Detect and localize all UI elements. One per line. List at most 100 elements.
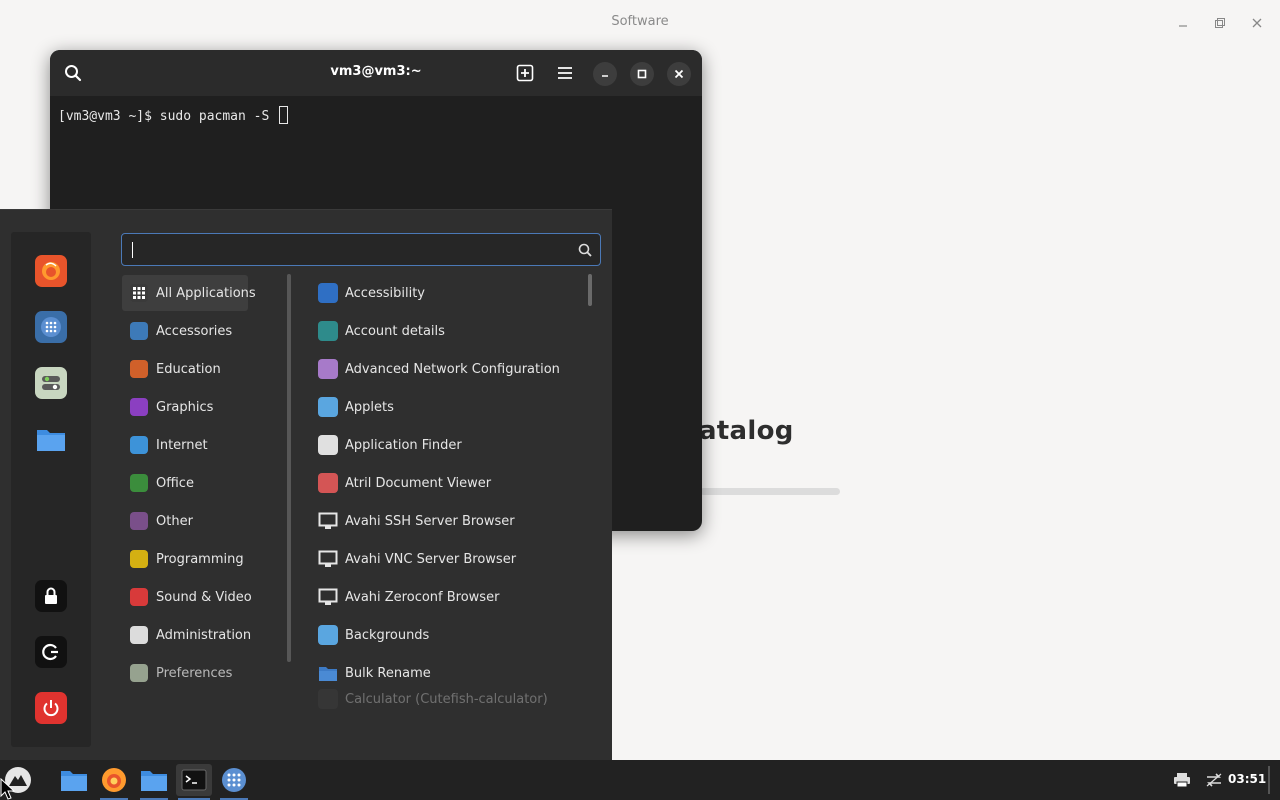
app-account-details[interactable]: Account details (312, 313, 582, 349)
app-label: Accessibility (345, 285, 425, 301)
category-label: Accessories (156, 323, 233, 339)
taskbar-terminal[interactable] (176, 764, 212, 800)
favorite-app-launcher[interactable] (35, 311, 67, 343)
app-label: Avahi Zeroconf Browser (345, 589, 500, 605)
apps-scrollbar[interactable] (588, 274, 592, 306)
category-label: Other (156, 513, 193, 529)
close-icon (1252, 18, 1262, 28)
preferences-icon (130, 664, 148, 682)
terminal-cursor (279, 106, 289, 124)
app-calculator-cutefish-calculator-[interactable]: Calculator (Cutefish-calculator) (312, 687, 582, 711)
category-administration[interactable]: Administration (122, 617, 251, 653)
terminal-close-button[interactable] (667, 62, 691, 86)
app-label: Backgrounds (345, 627, 430, 643)
software-window-title: Software (611, 14, 669, 29)
category-internet[interactable]: Internet (122, 427, 248, 463)
launcher-grid-icon (222, 768, 246, 792)
app-accessibility[interactable]: Accessibility (312, 275, 582, 311)
printer-icon (1174, 773, 1190, 788)
taskbar: 03:51 (0, 760, 1280, 800)
app-label: Application Finder (345, 437, 462, 453)
category-preferences[interactable]: Preferences (122, 655, 248, 691)
menu-search-box[interactable] (121, 233, 601, 266)
new-tab-button[interactable] (513, 61, 537, 85)
app-backgrounds[interactable]: Backgrounds (312, 617, 582, 653)
category-label: All Applications (156, 285, 256, 301)
accessibility-icon (318, 283, 338, 303)
maximize-button[interactable] (1208, 12, 1230, 34)
atril-icon (318, 473, 338, 493)
app-label: Avahi VNC Server Browser (345, 551, 517, 567)
network-tray-icon[interactable] (1198, 764, 1230, 796)
taskbar-files[interactable] (58, 764, 90, 796)
app-avahi-ssh-server-browser[interactable]: Avahi SSH Server Browser (312, 503, 582, 539)
app-avahi-vnc-server-browser[interactable]: Avahi VNC Server Browser (312, 541, 582, 577)
search-icon (578, 243, 592, 257)
logout-icon (42, 643, 58, 661)
category-sound-video[interactable]: Sound & Video (122, 579, 252, 615)
power-icon (43, 700, 59, 717)
category-other[interactable]: Other (122, 503, 248, 539)
folder-icon (141, 771, 167, 791)
category-all-applications[interactable]: All Applications (122, 275, 256, 311)
clock[interactable]: 03:51 (1228, 772, 1266, 786)
category-label: Graphics (156, 399, 214, 415)
monitor-icon (318, 511, 338, 531)
minimize-icon (602, 75, 608, 77)
app-label: Applets (345, 399, 394, 415)
category-office[interactable]: Office (122, 465, 248, 501)
cloud-icon (130, 436, 148, 454)
favorite-files[interactable] (35, 423, 67, 455)
taskbar-app-launcher[interactable] (218, 764, 250, 800)
app-application-finder[interactable]: Application Finder (312, 427, 582, 463)
category-accessories[interactable]: Accessories (122, 313, 248, 349)
other-icon (130, 512, 148, 530)
close-icon (674, 69, 684, 79)
account-icon (318, 321, 338, 341)
category-education[interactable]: Education (122, 351, 248, 387)
category-graphics[interactable]: Graphics (122, 389, 248, 425)
show-desktop-divider[interactable] (1268, 766, 1270, 794)
terminal-header[interactable]: vm3@vm3:~ (50, 50, 702, 96)
terminal-maximize-button[interactable] (630, 62, 654, 86)
terminal-output[interactable]: [vm3@vm3 ~]$ sudo pacman -S (50, 96, 702, 134)
loading-progress-bar (700, 488, 840, 495)
application-menu: All Applications Accessories Education Grap… (0, 209, 612, 760)
app-label: Advanced Network Configuration (345, 361, 560, 377)
favorite-firefox[interactable] (35, 255, 67, 287)
shutdown-button[interactable] (35, 692, 67, 724)
restore-icon (1214, 17, 1225, 28)
app-advanced-network-configuration[interactable]: Advanced Network Configuration (312, 351, 582, 387)
app-applets[interactable]: Applets (312, 389, 582, 425)
minimize-button[interactable] (1172, 12, 1194, 34)
grid-icon (130, 284, 148, 302)
firefox-icon (42, 262, 60, 280)
close-button[interactable] (1246, 12, 1268, 34)
network-icon (318, 359, 338, 379)
terminal-menu-button[interactable] (553, 61, 577, 85)
app-label: Avahi SSH Server Browser (345, 513, 515, 529)
logout-button[interactable] (35, 636, 67, 668)
app-atril-document-viewer[interactable]: Atril Document Viewer (312, 465, 582, 501)
taskbar-firefox[interactable] (98, 764, 130, 800)
taskbar-file-manager[interactable] (138, 764, 170, 800)
app-label: Account details (345, 323, 445, 339)
lock-screen-button[interactable] (35, 580, 67, 612)
printer-tray-icon[interactable] (1166, 764, 1198, 796)
category-label: Preferences (156, 665, 233, 681)
terminal-minimize-button[interactable] (593, 62, 617, 86)
folder-icon (37, 430, 65, 451)
terminal-prompt-line: [vm3@vm3 ~]$ sudo pacman -S (58, 109, 278, 124)
new-tab-icon (516, 64, 534, 82)
menu-search-input[interactable] (130, 240, 570, 260)
favorite-settings[interactable] (35, 367, 67, 399)
category-label: Programming (156, 551, 244, 567)
category-programming[interactable]: Programming (122, 541, 248, 577)
hamburger-icon (558, 67, 572, 79)
app-avahi-zeroconf-browser[interactable]: Avahi Zeroconf Browser (312, 579, 582, 615)
office-icon (130, 474, 148, 492)
app-bulk-rename[interactable]: Bulk Rename (312, 655, 582, 691)
favorites-bar (11, 232, 91, 747)
categories-scrollbar[interactable] (287, 274, 291, 662)
terminal-icon (181, 769, 207, 791)
